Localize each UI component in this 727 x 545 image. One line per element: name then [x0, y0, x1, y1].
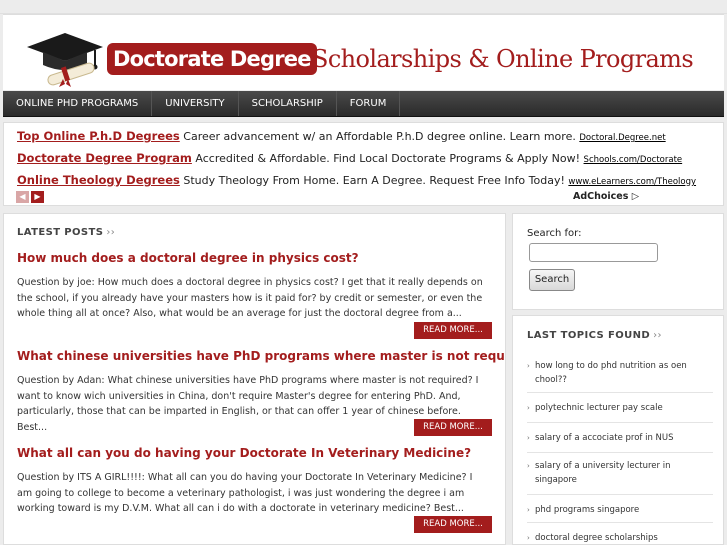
ad-text: Study Theology From Home. Earn A Degree.…: [183, 174, 565, 187]
search-button[interactable]: Search: [529, 269, 575, 291]
latest-posts-panel: LATEST POSTS ›› How much does a doctoral …: [3, 213, 506, 545]
post-title-link[interactable]: How much does a doctoral degree in physi…: [17, 250, 495, 266]
search-label: Search for:: [527, 228, 582, 239]
double-chevron-icon: ››: [653, 330, 662, 341]
ad-row: Top Online P.h.D Degrees Career advancem…: [17, 129, 666, 143]
nav-item-university[interactable]: UNIVERSITY: [152, 91, 239, 116]
nav-item-forum[interactable]: FORUM: [337, 91, 401, 116]
post-title-link[interactable]: What chinese universities have PhD progr…: [17, 348, 505, 364]
ad-url-link[interactable]: www.eLearners.com/Theology: [568, 177, 696, 187]
bullet-icon: ›: [527, 506, 530, 514]
ad-url-link[interactable]: Schools.com/Doctorate: [584, 155, 683, 165]
chevron-left-icon[interactable]: ◀: [16, 191, 29, 203]
top-strip: [0, 0, 727, 14]
post-item: How much does a doctoral degree in physi…: [17, 250, 495, 322]
ad-pager: ◀ ▶: [16, 191, 44, 203]
adchoices-link[interactable]: AdChoices ▷: [573, 191, 639, 202]
read-more-button[interactable]: READ MORE...: [414, 516, 492, 533]
post-excerpt: Question by joe: How much does a doctora…: [17, 277, 483, 319]
nav-item-scholarship[interactable]: SCHOLARSHIP: [239, 91, 337, 116]
last-topics-widget: LAST TOPICS FOUND ›› › how long to do phd …: [512, 315, 724, 545]
site-header: Doctorate Degree Scholarships & Online P…: [3, 14, 724, 90]
bullet-icon: ›: [527, 434, 530, 442]
topic-link[interactable]: › doctoral degree scholarships: [527, 531, 713, 544]
play-triangle-icon: ▷: [631, 191, 639, 202]
ad-row: Online Theology Degrees Study Theology F…: [17, 173, 696, 187]
section-title: LATEST POSTS ››: [17, 227, 116, 238]
post-excerpt: Question by ITS A GIRL!!!!: What all can…: [17, 472, 473, 514]
bullet-icon: ›: [527, 534, 530, 542]
topic-link[interactable]: › phd programs singapore: [527, 503, 713, 523]
ad-title-link[interactable]: Doctorate Degree Program: [17, 151, 192, 165]
post-title-link[interactable]: What all can you do having your Doctorat…: [17, 445, 495, 461]
graduation-cap-icon[interactable]: [23, 29, 107, 89]
bullet-icon: ›: [527, 404, 530, 412]
main-nav: ONLINE PHD PROGRAMS UNIVERSITY SCHOLARSH…: [3, 91, 724, 117]
search-widget: Search for: Search: [512, 213, 724, 310]
topic-link[interactable]: › polytechnic lecturer pay scale: [527, 401, 713, 423]
ad-text: Career advancement w/ an Affordable P.h.…: [183, 130, 576, 143]
nav-item-online-phd-programs[interactable]: ONLINE PHD PROGRAMS: [3, 91, 153, 116]
topic-link[interactable]: › salary of a accociate prof in NUS: [527, 431, 713, 453]
logo-badge[interactable]: Doctorate Degree: [107, 43, 317, 75]
ad-title-link[interactable]: Top Online P.h.D Degrees: [17, 129, 180, 143]
ad-text: Accredited & Affordable. Find Local Doct…: [195, 152, 581, 165]
search-input[interactable]: [529, 243, 658, 262]
read-more-button[interactable]: READ MORE...: [414, 419, 492, 436]
bullet-icon: ›: [527, 462, 530, 470]
topic-link[interactable]: › how long to do phd nutrition as oen cho…: [527, 359, 713, 393]
ad-block: Top Online P.h.D Degrees Career advancem…: [3, 122, 724, 206]
ad-url-link[interactable]: Doctoral.Degree.net: [579, 133, 665, 143]
logo-tagline[interactable]: Scholarships & Online Programs: [312, 43, 694, 75]
chevron-right-icon[interactable]: ▶: [31, 191, 44, 203]
ad-title-link[interactable]: Online Theology Degrees: [17, 173, 180, 187]
double-chevron-icon: ››: [106, 227, 116, 238]
ad-row: Doctorate Degree Program Accredited & Af…: [17, 151, 682, 165]
post-item: What all can you do having your Doctorat…: [17, 445, 495, 517]
topics-title: LAST TOPICS FOUND ››: [527, 330, 662, 341]
bullet-icon: ›: [527, 362, 530, 370]
topic-link[interactable]: › salary of a university lecturer in sing…: [527, 459, 713, 495]
read-more-button[interactable]: READ MORE...: [414, 322, 492, 339]
